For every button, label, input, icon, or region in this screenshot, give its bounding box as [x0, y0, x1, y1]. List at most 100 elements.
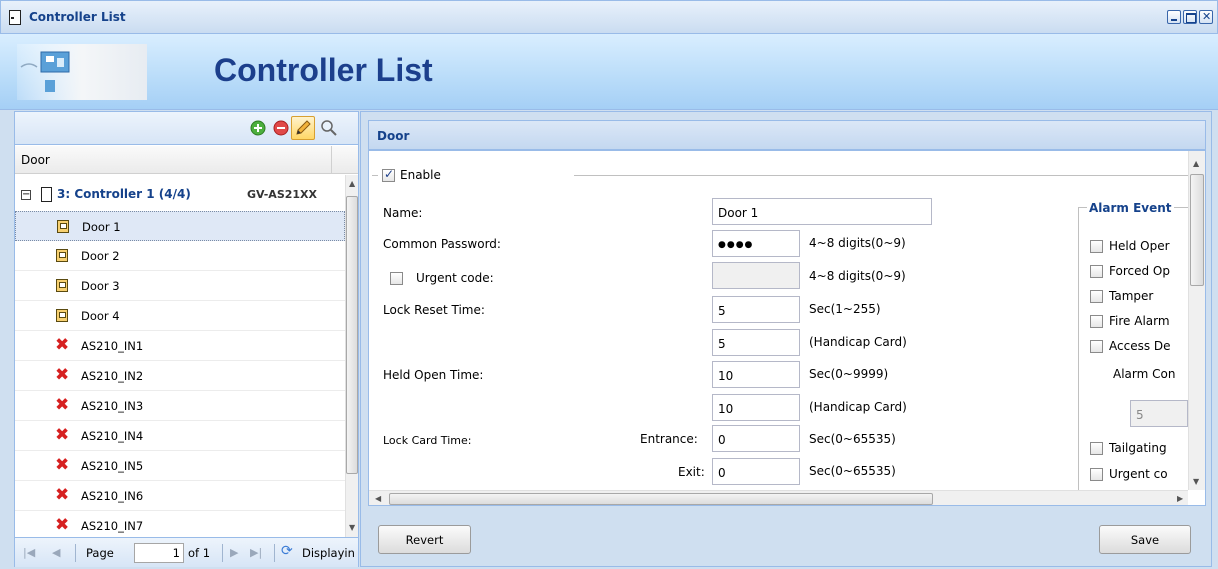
- name-input[interactable]: Door 1: [712, 198, 932, 225]
- entrance-input[interactable]: 0: [712, 425, 800, 452]
- scroll-left-icon[interactable]: ◀: [375, 494, 381, 503]
- urgent-code-alarm-checkbox[interactable]: [1090, 468, 1103, 481]
- tree-column-header[interactable]: Door: [15, 146, 358, 174]
- held-open-alarm-label: Held Oper: [1109, 239, 1170, 253]
- scroll-up-icon[interactable]: ▲: [349, 179, 355, 188]
- tree-item-door-1[interactable]: Door 1: [15, 211, 345, 241]
- door-panel-header: Door: [368, 120, 1206, 150]
- door-form: Enable Name: Door 1 Common Password: ●●●…: [368, 150, 1206, 506]
- scrollbar-thumb[interactable]: [1190, 174, 1204, 286]
- scroll-right-icon[interactable]: ▶: [1177, 494, 1183, 503]
- tree-item-input-6[interactable]: ✖ AS210_IN6: [15, 481, 345, 511]
- name-label: Name:: [383, 206, 423, 220]
- held-open-handicap-hint: (Handicap Card): [809, 400, 907, 414]
- urgent-code-input[interactable]: [712, 262, 800, 289]
- scrollbar-thumb[interactable]: [389, 493, 933, 505]
- access-denied-alarm-checkbox[interactable]: [1090, 340, 1103, 353]
- tree-item-input-1[interactable]: ✖ AS210_IN1: [15, 331, 345, 361]
- forced-open-alarm-checkbox[interactable]: [1090, 265, 1103, 278]
- door-icon: [57, 220, 69, 233]
- tree-item-label: AS210_IN2: [81, 369, 144, 383]
- lock-reset-hint: Sec(1~255): [809, 302, 881, 316]
- refresh-icon[interactable]: ⟳: [281, 543, 293, 559]
- tree-item-label: Door 1: [82, 220, 121, 234]
- tree-item-door-2[interactable]: Door 2: [15, 241, 345, 271]
- controller-name: 3: Controller 1 (4/4): [57, 187, 191, 201]
- alarm-con-label: Alarm Con: [1113, 367, 1176, 381]
- collapse-icon[interactable]: −: [21, 190, 31, 200]
- enable-label: Enable: [400, 168, 441, 182]
- exit-label: Exit:: [678, 465, 705, 479]
- tree-item-input-3[interactable]: ✖ AS210_IN3: [15, 391, 345, 421]
- column-door-label: Door: [21, 153, 50, 167]
- save-button[interactable]: Save: [1099, 525, 1191, 554]
- tree-vertical-scrollbar[interactable]: ▲ ▼: [345, 175, 358, 537]
- tree-item-label: AS210_IN5: [81, 459, 144, 473]
- scrollbar-thumb[interactable]: [346, 196, 358, 474]
- display-info-label: Displayin: [302, 546, 355, 560]
- access-denied-alarm-label: Access De: [1109, 339, 1171, 353]
- revert-button[interactable]: Revert: [378, 525, 471, 554]
- common-password-hint: 4~8 digits(0~9): [809, 236, 906, 250]
- urgent-code-checkbox[interactable]: [390, 272, 403, 285]
- search-icon[interactable]: [320, 119, 338, 137]
- tree-item-input-7[interactable]: ✖ AS210_IN7: [15, 511, 345, 540]
- fire-alarm-checkbox[interactable]: [1090, 315, 1103, 328]
- form-horizontal-scrollbar[interactable]: ◀ ▶: [369, 490, 1188, 505]
- minimize-button[interactable]: [1167, 10, 1181, 24]
- scroll-down-icon[interactable]: ▼: [349, 523, 355, 532]
- held-open-alarm-checkbox[interactable]: [1090, 240, 1103, 253]
- last-page-icon[interactable]: ▶|: [250, 546, 262, 559]
- exit-hint: Sec(0~65535): [809, 464, 896, 478]
- offline-x-icon: ✖: [55, 455, 70, 475]
- tree-item-door-4[interactable]: Door 4: [15, 301, 345, 331]
- tree-item-label: AS210_IN3: [81, 399, 144, 413]
- pencil-icon: [296, 120, 311, 135]
- close-button[interactable]: [1199, 10, 1213, 24]
- form-vertical-scrollbar[interactable]: ▲ ▼: [1188, 151, 1205, 490]
- tree-toolbar: [15, 112, 358, 145]
- urgent-code-alarm-label: Urgent co: [1109, 467, 1168, 481]
- tree-item-input-2[interactable]: ✖ AS210_IN2: [15, 361, 345, 391]
- page-number-input[interactable]: 1: [134, 543, 184, 563]
- enable-checkbox[interactable]: [382, 167, 395, 182]
- tamper-alarm-checkbox[interactable]: [1090, 290, 1103, 303]
- common-password-label: Common Password:: [383, 237, 501, 251]
- edit-button[interactable]: [291, 116, 315, 140]
- offline-x-icon: ✖: [55, 365, 70, 385]
- held-open-handicap-input[interactable]: 10: [712, 394, 800, 421]
- tree-controller-node[interactable]: − 3: Controller 1 (4/4) GV-AS21XX: [15, 183, 345, 211]
- lock-reset-handicap-input[interactable]: 5: [712, 329, 800, 356]
- banner-title: Controller List: [214, 52, 433, 88]
- first-page-icon[interactable]: |◀: [23, 546, 35, 559]
- lock-reset-input[interactable]: 5: [712, 296, 800, 323]
- tailgating-alarm-checkbox[interactable]: [1090, 442, 1103, 455]
- tree-item-label: Door 4: [81, 309, 120, 323]
- remove-icon[interactable]: [272, 119, 290, 137]
- offline-x-icon: ✖: [55, 515, 70, 535]
- lock-reset-handicap-hint: (Handicap Card): [809, 335, 907, 349]
- banner: Controller List: [0, 34, 1218, 110]
- next-page-icon[interactable]: ▶: [230, 546, 238, 559]
- tree-item-input-4[interactable]: ✖ AS210_IN4: [15, 421, 345, 451]
- scroll-up-icon[interactable]: ▲: [1193, 159, 1199, 168]
- add-icon[interactable]: [249, 119, 267, 137]
- controller-model: GV-AS21XX: [247, 188, 318, 201]
- prev-page-icon[interactable]: ◀: [52, 546, 60, 559]
- scroll-down-icon[interactable]: ▼: [1193, 477, 1199, 486]
- held-open-hint: Sec(0~9999): [809, 367, 889, 381]
- fire-alarm-label: Fire Alarm: [1109, 314, 1170, 328]
- tree-item-input-5[interactable]: ✖ AS210_IN5: [15, 451, 345, 481]
- pager-separator: [75, 544, 76, 562]
- forced-open-alarm-label: Forced Op: [1109, 264, 1170, 278]
- alarm-con-input[interactable]: 5: [1130, 400, 1188, 427]
- tree-item-door-3[interactable]: Door 3: [15, 271, 345, 301]
- entrance-label: Entrance:: [640, 432, 698, 446]
- tamper-alarm-label: Tamper: [1109, 289, 1154, 303]
- exit-input[interactable]: 0: [712, 458, 800, 485]
- offline-x-icon: ✖: [55, 395, 70, 415]
- tree-item-label: Door 3: [81, 279, 120, 293]
- common-password-input[interactable]: ●●●●: [712, 230, 800, 257]
- maximize-button[interactable]: [1183, 10, 1197, 24]
- held-open-input[interactable]: 10: [712, 361, 800, 388]
